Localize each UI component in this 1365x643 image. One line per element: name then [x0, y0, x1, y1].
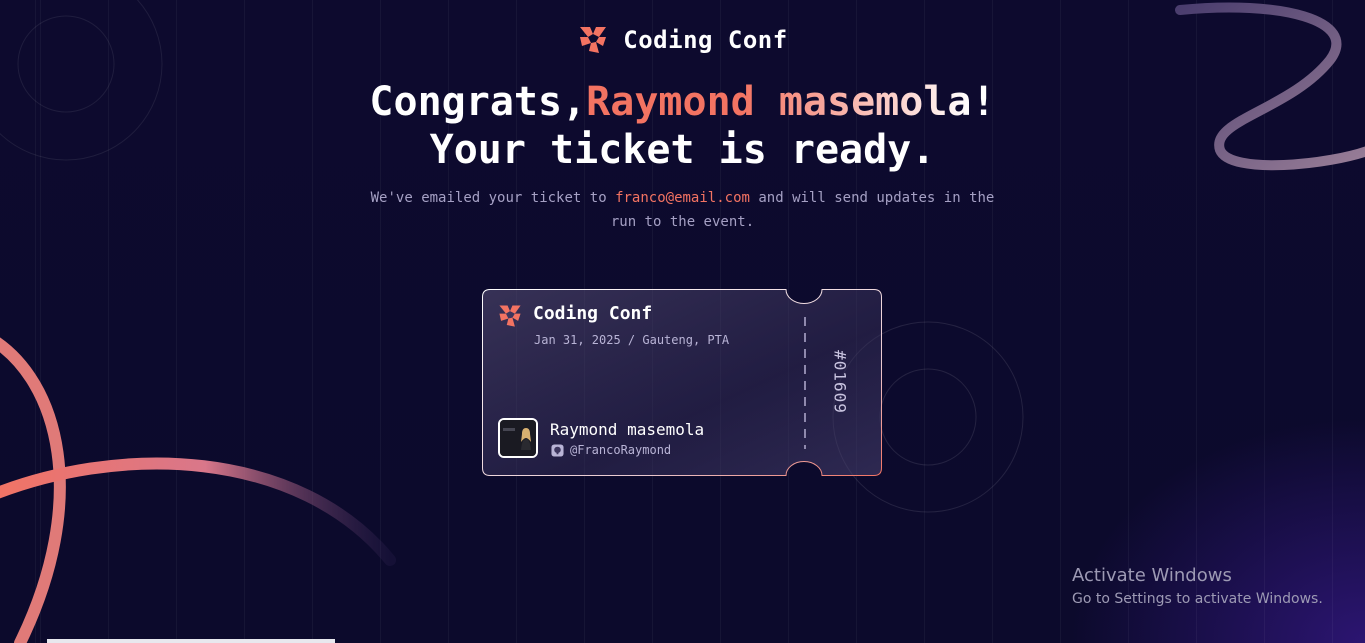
coding-conf-logo-icon: [580, 27, 607, 53]
ticket-github-handle: @FrancoRaymond: [570, 443, 672, 457]
activation-message: Go to Settings to activate Windows.: [1072, 591, 1323, 607]
activation-title: Activate Windows: [1072, 565, 1232, 586]
page-background: Coding Conf Congrats,Raymond masemola! Y…: [0, 0, 1365, 643]
subtext-before: We've emailed your ticket to: [370, 190, 616, 206]
conference-ticket: Coding Conf Jan 31, 2025 / Gauteng, PTA …: [482, 289, 882, 476]
ticket-number: #01609: [830, 350, 850, 414]
headline-line2: Your ticket is ready.: [429, 127, 936, 173]
site-header: Coding Conf: [0, 24, 1365, 56]
github-icon: [551, 444, 564, 457]
confirmation-headline: Congrats,Raymond masemola! Your ticket i…: [0, 78, 1365, 174]
decor-circle-inner-right: [879, 368, 977, 466]
subtext-email: franco@email.com: [615, 190, 750, 206]
ticket-logo-icon: [499, 305, 521, 327]
ticket-date-location: Jan 31, 2025 / Gauteng, PTA: [534, 333, 730, 347]
ticket-title: Coding Conf: [533, 303, 653, 324]
ticket-attendee-name: Raymond masemola: [550, 420, 705, 439]
headline-suffix: !: [971, 79, 996, 125]
avatar: [498, 418, 538, 458]
bottom-scrollbar[interactable]: [47, 639, 335, 643]
windows-activation-watermark: Activate Windows Go to Settings to activ…: [1072, 565, 1323, 609]
headline-prefix: Congrats,: [369, 79, 587, 125]
brand-name: Coding Conf: [623, 26, 788, 54]
headline-attendee-name: Raymond masemola: [586, 79, 972, 125]
confirmation-subtext: We've emailed your ticket to franco@emai…: [360, 186, 1005, 234]
